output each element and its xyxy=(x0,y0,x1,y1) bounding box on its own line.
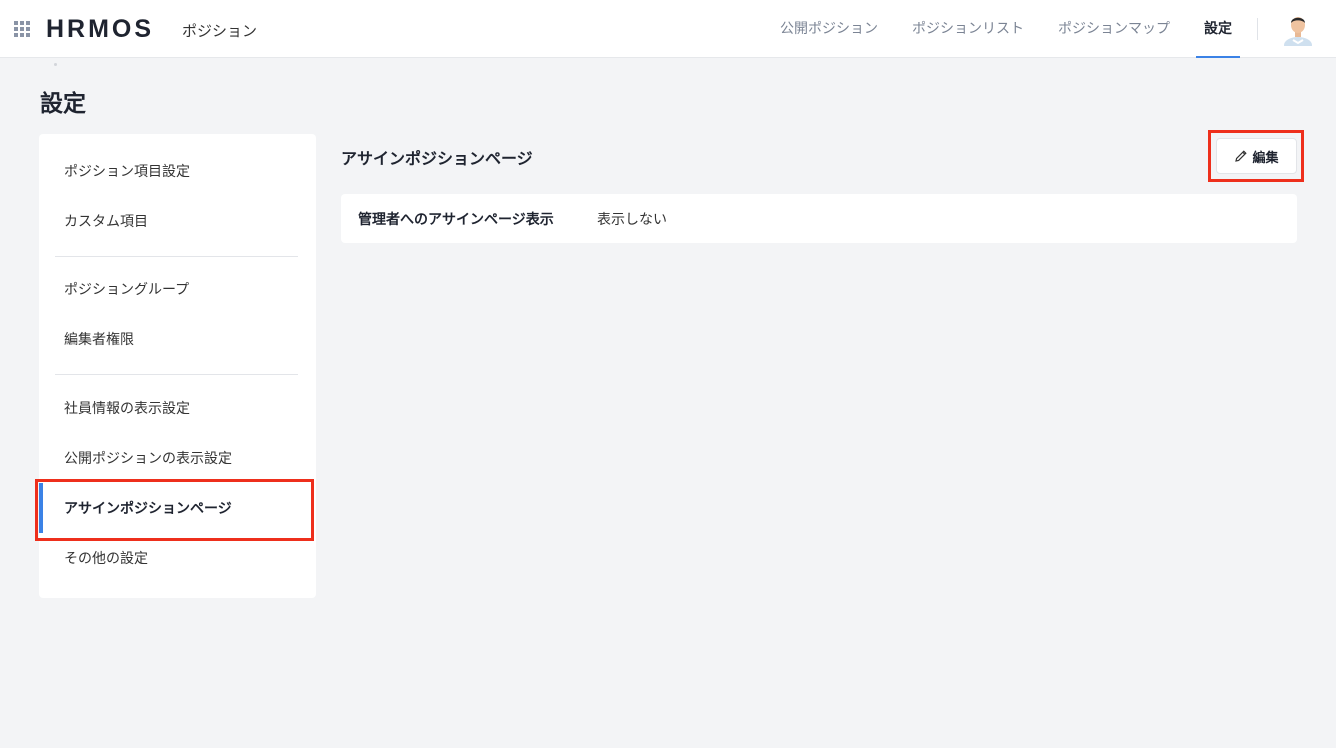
decorative-dot xyxy=(54,63,57,66)
avatar-icon xyxy=(1284,17,1312,53)
setting-row-label: 管理者へのアサインページ表示 xyxy=(358,212,554,228)
nav-public-positions[interactable]: 公開ポジション xyxy=(780,0,878,58)
sidebar-item-other-settings[interactable]: その他の設定 xyxy=(39,535,316,583)
sidebar-item-editor-permissions[interactable]: 編集者権限 xyxy=(39,316,316,364)
header-divider xyxy=(1257,18,1258,40)
edit-button[interactable]: 編集 xyxy=(1216,138,1297,174)
top-header: HRMOS ポジション 公開ポジション ポジションリスト ポジションマップ 設定 xyxy=(0,0,1336,58)
sidebar-item-public-position-display[interactable]: 公開ポジションの表示設定 xyxy=(39,435,316,483)
main-nav: 公開ポジション ポジションリスト ポジションマップ 設定 xyxy=(746,0,1240,58)
sidebar-item-position-groups[interactable]: ポジショングループ xyxy=(39,266,316,314)
logo[interactable]: HRMOS xyxy=(46,15,154,44)
sidebar-divider xyxy=(55,374,298,375)
sidebar-item-employee-display[interactable]: 社員情報の表示設定 xyxy=(39,385,316,433)
nav-position-list[interactable]: ポジションリスト xyxy=(912,0,1024,58)
sidebar-item-custom-fields[interactable]: カスタム項目 xyxy=(39,198,316,246)
nav-position-map[interactable]: ポジションマップ xyxy=(1058,0,1170,58)
nav-settings[interactable]: 設定 xyxy=(1196,0,1240,58)
sidebar-divider xyxy=(55,256,298,257)
sidebar-item-position-fields[interactable]: ポジション項目設定 xyxy=(39,148,316,196)
edit-button-label: 編集 xyxy=(1252,150,1279,166)
settings-sidebar: ポジション項目設定 カスタム項目 ポジショングループ 編集者権限 社員情報の表示… xyxy=(39,134,316,598)
user-avatar[interactable] xyxy=(1282,12,1314,53)
setting-row: 管理者へのアサインページ表示 表示しない xyxy=(341,194,1297,243)
app-grid-icon[interactable] xyxy=(14,21,32,37)
sidebar-item-assign-position-page[interactable]: アサインポジションページ xyxy=(39,485,316,533)
product-name: ポジション xyxy=(182,22,258,40)
setting-row-value: 表示しない xyxy=(597,212,667,228)
pencil-icon xyxy=(1235,150,1248,162)
page-title: 設定 xyxy=(40,91,86,117)
section-title: アサインポジションページ xyxy=(341,149,533,168)
